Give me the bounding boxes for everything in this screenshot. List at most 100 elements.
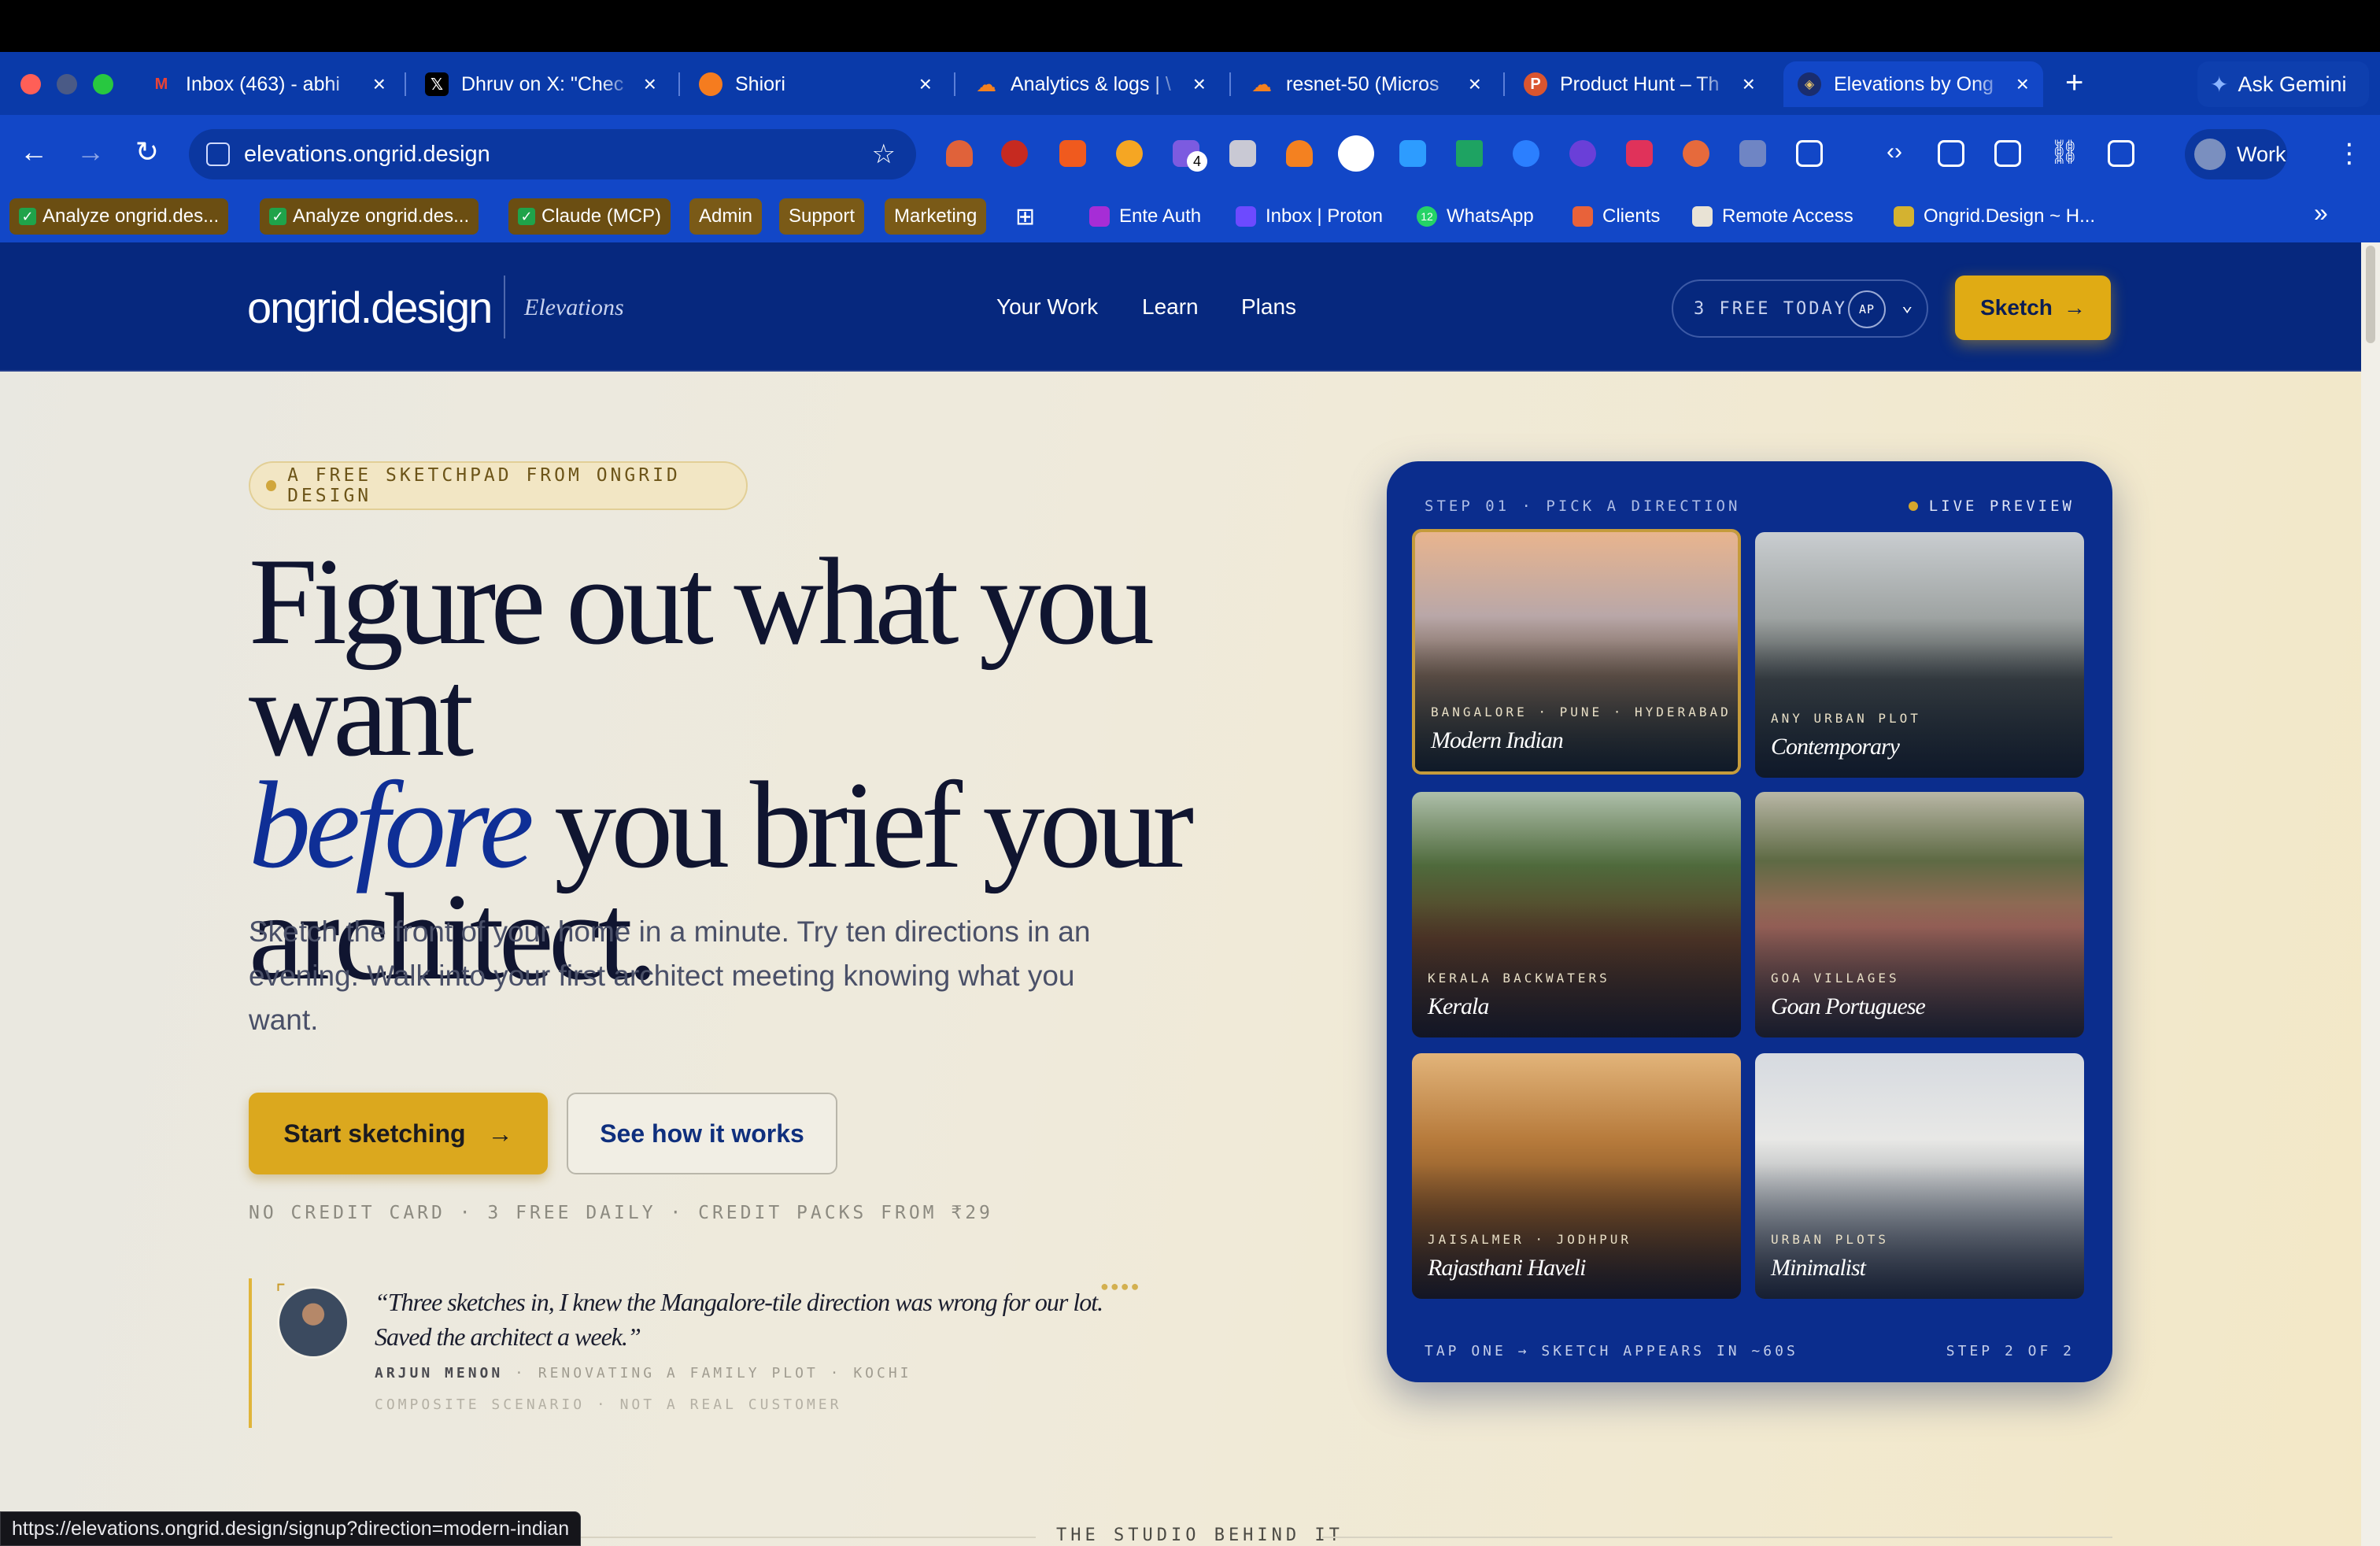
- bookmark-analyze-1[interactable]: ✓ Analyze ongrid.des...: [9, 198, 229, 235]
- nav-plans[interactable]: Plans: [1241, 294, 1296, 320]
- tab-producthunt[interactable]: P Product Hunt – Th ×: [1510, 61, 1769, 107]
- tab-gmail[interactable]: M Inbox (463) - abhi ×: [135, 61, 400, 107]
- site-settings-icon[interactable]: [206, 142, 230, 166]
- arrow-right-icon: →: [487, 1119, 513, 1148]
- inspect-icon[interactable]: [2108, 140, 2134, 167]
- credits-menu[interactable]: 3 FREE TODAY AP ⌄: [1672, 279, 1928, 338]
- claude-extension-icon[interactable]: [1683, 140, 1709, 167]
- check-icon: ✓: [518, 208, 535, 225]
- apps-grid-icon[interactable]: ⊞: [1015, 198, 1035, 235]
- bookmark-ente-auth[interactable]: Ente Auth: [1089, 198, 1201, 235]
- nav-your-work[interactable]: Your Work: [996, 294, 1098, 320]
- drive-extension-icon[interactable]: [1456, 140, 1483, 167]
- tab-separator: [1229, 72, 1231, 96]
- more-bookmarks-icon[interactable]: »: [2314, 198, 2328, 227]
- new-tab-button[interactable]: +: [2065, 63, 2083, 102]
- tab-separator: [954, 72, 955, 96]
- style-tile-rajasthani-haveli[interactable]: JAISALMER · JODHPUR Rajasthani Haveli: [1412, 1053, 1741, 1299]
- responsive-icon[interactable]: [1994, 140, 2021, 167]
- arrow-right-icon: →: [2063, 295, 2086, 320]
- close-tab-icon[interactable]: ×: [644, 72, 656, 97]
- close-tab-icon[interactable]: ×: [2016, 72, 2029, 97]
- close-tab-icon[interactable]: ×: [1193, 72, 1206, 97]
- url-text: elevations.ongrid.design: [244, 141, 490, 167]
- extension-icon[interactable]: [1569, 140, 1596, 167]
- style-tile-kerala[interactable]: KERALA BACKWATERS Kerala: [1412, 792, 1741, 1037]
- maximize-window-button[interactable]: [93, 74, 113, 94]
- ongrid-bookmark-icon: [1894, 206, 1914, 227]
- wordpress-extension-icon[interactable]: [1338, 135, 1374, 172]
- site-logo[interactable]: ongrid.design: [247, 282, 493, 333]
- minimize-window-button[interactable]: [57, 74, 77, 94]
- extension-icon[interactable]: [946, 140, 973, 167]
- seo-extension-icon[interactable]: [1001, 140, 1028, 167]
- check-icon: ✓: [19, 208, 36, 225]
- devtools-icon[interactable]: ‹›: [1876, 134, 1913, 170]
- zapier-extension-icon[interactable]: [1059, 140, 1086, 167]
- scrollbar-track[interactable]: [2361, 242, 2380, 1546]
- extension-icon[interactable]: [1229, 140, 1256, 167]
- back-icon[interactable]: ←: [16, 134, 52, 170]
- tab-elevations[interactable]: ◈ Elevations by Ong ×: [1783, 61, 2043, 107]
- close-tab-icon[interactable]: ×: [373, 72, 386, 97]
- extension-icon[interactable]: [1513, 140, 1539, 167]
- cloudflare-extension-icon[interactable]: [1286, 140, 1313, 167]
- ente-icon: [1089, 206, 1110, 227]
- bookmark-ongrid[interactable]: Ongrid.Design ~ H...: [1894, 198, 2095, 235]
- bookmark-proton[interactable]: Inbox | Proton: [1236, 198, 1383, 235]
- ask-gemini-button[interactable]: ✦ Ask Gemini: [2197, 61, 2369, 107]
- bookmark-remote-access[interactable]: Remote Access: [1692, 198, 1853, 235]
- see-how-it-works-button[interactable]: See how it works: [567, 1093, 837, 1174]
- style-tile-contemporary[interactable]: ANY URBAN PLOT Contemporary: [1755, 532, 2084, 778]
- bookmark-claude-mcp[interactable]: ✓ Claude (MCP): [508, 198, 671, 235]
- style-tile-modern-indian[interactable]: BANGALORE · PUNE · HYDERABAD Modern Indi…: [1412, 529, 1741, 775]
- tab-x[interactable]: 𝕏 Dhruv on X: "Chec ×: [411, 61, 671, 107]
- tab-separator: [405, 72, 406, 96]
- bookmark-whatsapp[interactable]: 12 WhatsApp: [1417, 198, 1534, 235]
- nav-learn[interactable]: Learn: [1142, 294, 1199, 320]
- tab-cloudflare-analytics[interactable]: ☁ Analytics & logs | \ ×: [960, 61, 1220, 107]
- testimonial-quote: “Three sketches in, I knew the Mangalore…: [375, 1288, 1103, 1351]
- reload-icon[interactable]: ↻: [129, 134, 165, 170]
- tab-separator: [678, 72, 680, 96]
- studio-heading: THE STUDIO BEHIND IT: [1056, 1526, 1343, 1545]
- tab-cloudflare-resnet[interactable]: ☁ resnet-50 (Micros ×: [1236, 61, 1495, 107]
- layout-icon[interactable]: [1938, 140, 1964, 167]
- address-bar[interactable]: elevations.ongrid.design ☆: [189, 129, 916, 179]
- sketch-button[interactable]: Sketch →: [1955, 276, 2111, 340]
- more-menu-icon[interactable]: ⋮: [2336, 134, 2363, 173]
- bookmark-clients[interactable]: Clients: [1572, 198, 1660, 235]
- close-tab-icon[interactable]: ×: [1743, 72, 1755, 97]
- bookmark-analyze-2[interactable]: ✓ Analyze ongrid.des...: [260, 198, 479, 235]
- style-tile-minimalist[interactable]: URBAN PLOTS Minimalist: [1755, 1053, 2084, 1299]
- whatsapp-icon: 12: [1417, 206, 1437, 227]
- site-header: ongrid.design Elevations Your Work Learn…: [0, 242, 2361, 372]
- carousel-dots[interactable]: ●●●●: [1100, 1278, 1141, 1295]
- scrollbar-thumb[interactable]: [2366, 246, 2375, 343]
- rss-extension-icon[interactable]: [1116, 140, 1143, 167]
- producthunt-icon: P: [1524, 72, 1547, 96]
- ongrid-icon: ◈: [1798, 72, 1821, 96]
- cloudflare-icon: ☁: [1251, 72, 1272, 96]
- close-window-button[interactable]: [20, 74, 41, 94]
- close-tab-icon[interactable]: ×: [1469, 72, 1481, 97]
- logo-tagline: Elevations: [524, 294, 624, 320]
- check-icon: ✓: [269, 208, 286, 225]
- link-icon[interactable]: ⛓: [2046, 134, 2082, 170]
- bookmark-support[interactable]: Support: [779, 198, 865, 235]
- tab-shiori[interactable]: Shiori ×: [685, 61, 946, 107]
- bookmark-marketing[interactable]: Marketing: [885, 198, 987, 235]
- chevron-down-icon: ⌄: [1901, 294, 1916, 316]
- close-tab-icon[interactable]: ×: [919, 72, 932, 97]
- start-sketching-button[interactable]: Start sketching →: [249, 1093, 548, 1174]
- forward-icon[interactable]: →: [72, 134, 109, 170]
- style-tile-goan-portuguese[interactable]: GOA VILLAGES Goan Portuguese: [1755, 792, 2084, 1037]
- extension-icon[interactable]: [1739, 140, 1766, 167]
- bookmark-admin[interactable]: Admin: [689, 198, 763, 235]
- live-preview-indicator: LIVE PREVIEW: [1908, 497, 2075, 515]
- extensions-puzzle-icon[interactable]: [1796, 140, 1823, 167]
- extension-icon[interactable]: [1399, 140, 1426, 167]
- bookmark-star-icon[interactable]: ☆: [872, 139, 896, 170]
- extension-icon[interactable]: [1626, 140, 1653, 167]
- profile-button[interactable]: Work: [2185, 129, 2287, 179]
